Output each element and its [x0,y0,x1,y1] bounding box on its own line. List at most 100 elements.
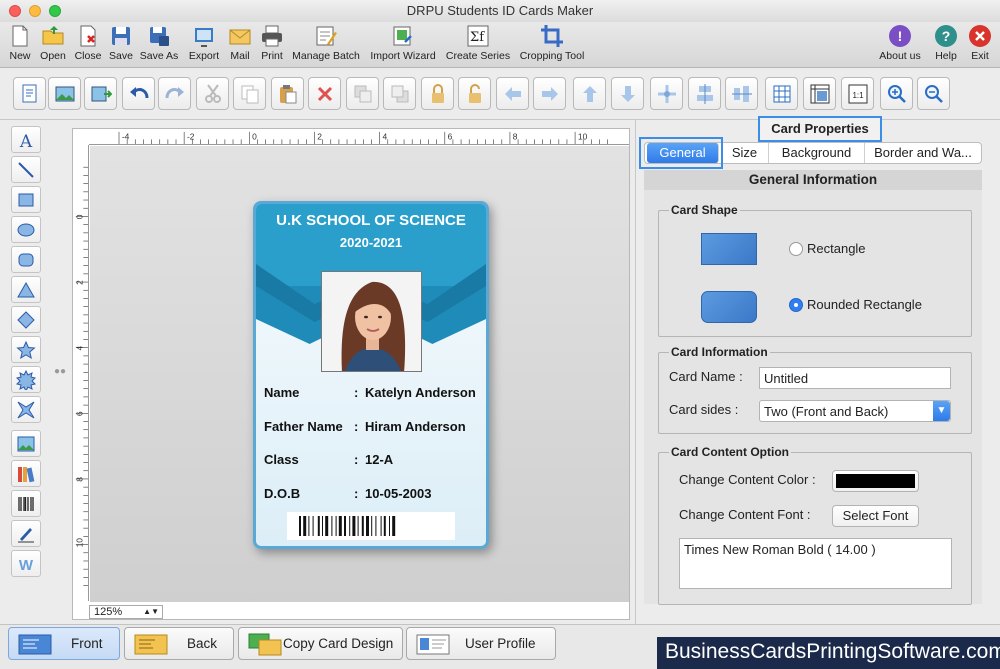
design-canvas: -4-2024681012 024681012 U.K SCHOOL OF SC… [72,128,630,620]
back-button[interactable]: Back [124,627,234,660]
rectangle-shape-preview[interactable] [701,233,757,265]
user-profile-button[interactable]: User Profile [406,627,556,660]
print-button[interactable]: Print [257,22,287,68]
open-button[interactable]: Open [36,22,70,68]
cross-star-tool[interactable] [11,396,41,423]
rectangle-radio[interactable] [789,242,803,256]
clipboard-paste-icon [279,84,296,103]
card-properties-title: Card Properties [758,116,882,142]
undo-button[interactable] [122,77,155,110]
crop-icon [541,25,563,47]
stepper-arrows-icon: ▲▼ [143,607,159,616]
signature-tool[interactable] [11,520,41,547]
delete-x-icon [317,86,332,101]
canvas-workspace[interactable]: U.K SCHOOL OF SCIENCE 2020-2021 Name : K… [90,146,629,602]
create-series-button[interactable]: Σf Create Series [444,22,512,68]
window-minimize-button[interactable] [29,5,41,17]
zoom-out-button[interactable] [917,77,950,110]
card-name-input[interactable]: Untitled [759,367,951,389]
burst-tool[interactable] [11,366,41,393]
window-maximize-button[interactable] [49,5,61,17]
window-close-button[interactable] [9,5,21,17]
ellipse-tool[interactable] [11,216,41,243]
redo-button[interactable] [158,77,191,110]
card-barcode [287,512,455,540]
text-tool[interactable]: A [11,126,41,153]
bring-forward-button[interactable] [346,77,379,110]
move-down-button[interactable] [611,77,644,110]
grid-button[interactable] [765,77,798,110]
barcode-tool[interactable] [11,490,41,517]
zoom-select[interactable]: 125% ▲▼ [89,605,163,619]
send-backward-button[interactable] [383,77,416,110]
paste-button[interactable] [271,77,304,110]
ruler-tick-label: 6 [74,411,84,416]
center-button[interactable] [650,77,683,110]
arrow-right-icon [541,86,558,101]
rounded-rectangle-label: Rounded Rectangle [807,297,922,312]
mail-button[interactable]: Mail [226,22,254,68]
unlock-button[interactable] [458,77,491,110]
open-folder-icon [42,26,64,45]
tab-size[interactable]: Size [721,143,769,163]
actual-size-button[interactable]: 1:1 [841,77,874,110]
close-button[interactable]: Close [71,22,105,68]
image-button[interactable] [48,77,81,110]
watermark-tool[interactable]: W [11,550,41,577]
line-tool[interactable] [11,156,41,183]
star-tool[interactable] [11,336,41,363]
grid-icon [773,85,790,102]
import-wizard-button[interactable]: Import Wizard [367,22,439,68]
user-profile-icon [416,634,450,655]
export-image-button[interactable] [84,77,117,110]
card-properties-panel: Card Properties General Size Background … [635,116,1000,625]
manage-batch-button[interactable]: Manage Batch [290,22,362,68]
bring-forward-icon [354,85,371,102]
library-tool[interactable] [11,460,41,487]
tab-background[interactable]: Background [769,143,865,163]
help-button[interactable]: ? Help [930,22,962,68]
tab-border-and-watermark[interactable]: Border and Wa... [865,143,981,163]
copy-card-design-button[interactable]: Copy Card Design [238,627,403,660]
zoom-in-button[interactable] [880,77,913,110]
id-card-preview[interactable]: U.K SCHOOL OF SCIENCE 2020-2021 Name : K… [253,201,489,549]
select-font-button[interactable]: Select Font [832,505,919,527]
rounded-rectangle-shape-preview[interactable] [701,291,757,323]
triangle-tool[interactable] [11,276,41,303]
ruler-button[interactable] [803,77,836,110]
cut-button[interactable] [196,77,229,110]
exit-button[interactable]: Exit [965,22,995,68]
front-button[interactable]: Front [8,627,120,660]
save-button[interactable]: Save [106,22,136,68]
card-sides-select[interactable]: Two (Front and Back) ▼ [759,400,951,422]
image-tool[interactable] [11,430,41,457]
move-right-button[interactable] [533,77,566,110]
new-button[interactable]: New [4,22,36,68]
export-picture-icon [91,86,112,101]
lock-button[interactable] [421,77,454,110]
content-font-display: Times New Roman Bold ( 14.00 ) [679,538,952,589]
card-academic-year: 2020-2021 [339,235,403,250]
svg-text:Σf: Σf [470,30,485,45]
align-vertical-button[interactable] [725,77,758,110]
copy-button[interactable] [233,77,266,110]
align-horizontal-button[interactable] [688,77,721,110]
save-as-button[interactable]: Save As [138,22,180,68]
delete-button[interactable] [308,77,341,110]
cropping-tool-button[interactable]: Cropping Tool [516,22,588,68]
rounded-rect-tool[interactable] [11,246,41,273]
rectangle-tool[interactable] [11,186,41,213]
card-shape-group: Card Shape Rectangle Rounded Rectangle [658,203,972,337]
export-button[interactable]: Export [184,22,224,68]
properties-button[interactable] [13,77,46,110]
actual-size-icon: 1:1 [848,84,867,103]
panel-splitter-handle[interactable]: ●● [54,366,70,377]
rounded-rectangle-radio[interactable] [789,298,803,312]
move-up-button[interactable] [573,77,606,110]
content-color-picker[interactable] [832,470,919,492]
help-question-icon: ? [935,25,957,47]
four-point-star-icon [17,401,35,418]
move-left-button[interactable] [496,77,529,110]
diamond-tool[interactable] [11,306,41,333]
about-us-button[interactable]: ! About us [876,22,924,68]
